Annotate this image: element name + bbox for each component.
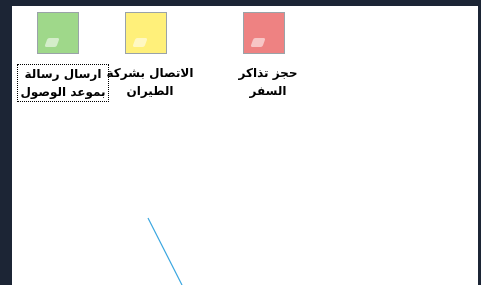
- guide-line: [147, 217, 183, 285]
- screen: ارسال رسالة بموعد الوصول الاتصال بشركة ا…: [0, 0, 481, 285]
